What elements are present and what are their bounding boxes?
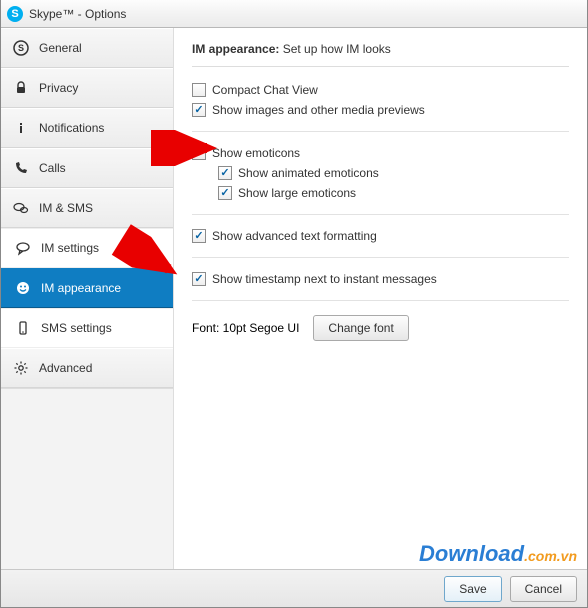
chat-bubble-icon (15, 240, 31, 256)
option-large-emoticons[interactable]: Show large emoticons (218, 186, 569, 200)
dialog-footer: Save Cancel (1, 569, 587, 607)
window-title: Skype™ - Options (29, 7, 126, 21)
option-animated-emoticons[interactable]: Show animated emoticons (218, 166, 569, 180)
checkbox-icon (192, 146, 206, 160)
checkbox-icon (192, 83, 206, 97)
option-label: Compact Chat View (212, 83, 318, 97)
sidebar-item-calls[interactable]: Calls (1, 148, 173, 188)
phone-icon (13, 160, 29, 176)
checkbox-icon (192, 103, 206, 117)
main-area: S General Privacy Notifications Calls (1, 28, 587, 569)
sidebar-item-label: Notifications (39, 121, 104, 135)
option-show-emoticons[interactable]: Show emoticons (192, 146, 569, 160)
option-label: Show large emoticons (238, 186, 356, 200)
heading-rest: Set up how IM looks (279, 42, 390, 56)
sidebar-item-label: Advanced (39, 361, 92, 375)
options-sidebar: S General Privacy Notifications Calls (1, 28, 173, 569)
font-label: Font: 10pt Segoe UI (192, 321, 299, 335)
svg-text:S: S (18, 43, 24, 53)
checkbox-icon (192, 229, 206, 243)
option-advanced-formatting[interactable]: Show advanced text formatting (192, 229, 569, 243)
sidebar-item-im-settings[interactable]: IM settings (1, 228, 173, 268)
section-divider (192, 214, 569, 215)
sidebar-item-privacy[interactable]: Privacy (1, 68, 173, 108)
sidebar-item-label: Privacy (39, 81, 78, 95)
section-divider (192, 131, 569, 132)
sidebar-item-label: SMS settings (41, 321, 112, 335)
smiley-icon (15, 280, 31, 296)
checkbox-icon (218, 166, 232, 180)
sidebar-item-notifications[interactable]: Notifications (1, 108, 173, 148)
sidebar-item-label: IM & SMS (39, 201, 93, 215)
save-button[interactable]: Save (444, 576, 501, 602)
cancel-button[interactable]: Cancel (510, 576, 577, 602)
mobile-icon (15, 320, 31, 336)
info-icon (13, 120, 29, 136)
sidebar-item-sms-settings[interactable]: SMS settings (1, 308, 173, 348)
option-compact-chat[interactable]: Compact Chat View (192, 83, 569, 97)
sidebar-item-advanced[interactable]: Advanced (1, 348, 173, 388)
content-heading: IM appearance: Set up how IM looks (192, 42, 569, 56)
content-panel: IM appearance: Set up how IM looks Compa… (173, 28, 587, 569)
sidebar-item-im-appearance[interactable]: IM appearance (1, 268, 173, 308)
sidebar-item-im-sms[interactable]: IM & SMS (1, 188, 173, 228)
option-label: Show images and other media previews (212, 103, 425, 117)
option-label: Show emoticons (212, 146, 300, 160)
font-row: Font: 10pt Segoe UI Change font (192, 315, 569, 341)
lock-icon (13, 80, 29, 96)
section-divider (192, 300, 569, 301)
option-label: Show animated emoticons (238, 166, 379, 180)
option-label: Show timestamp next to instant messages (212, 272, 437, 286)
section-divider (192, 257, 569, 258)
skype-logo-icon: S (7, 6, 23, 22)
titlebar: S Skype™ - Options (1, 0, 587, 28)
gear-icon (13, 360, 29, 376)
sidebar-item-general[interactable]: S General (1, 28, 173, 68)
change-font-button[interactable]: Change font (313, 315, 408, 341)
sidebar-item-label: Calls (39, 161, 66, 175)
option-show-timestamp[interactable]: Show timestamp next to instant messages (192, 272, 569, 286)
sidebar-fill (1, 388, 173, 569)
sidebar-item-label: General (39, 41, 82, 55)
sidebar-item-label: IM appearance (41, 281, 121, 295)
option-label: Show advanced text formatting (212, 229, 377, 243)
option-media-previews[interactable]: Show images and other media previews (192, 103, 569, 117)
sidebar-item-label: IM settings (41, 241, 99, 255)
heading-divider (192, 66, 569, 67)
chat-bubbles-icon (13, 200, 29, 216)
heading-bold: IM appearance: (192, 42, 279, 56)
checkbox-icon (192, 272, 206, 286)
checkbox-icon (218, 186, 232, 200)
skype-icon: S (13, 40, 29, 56)
